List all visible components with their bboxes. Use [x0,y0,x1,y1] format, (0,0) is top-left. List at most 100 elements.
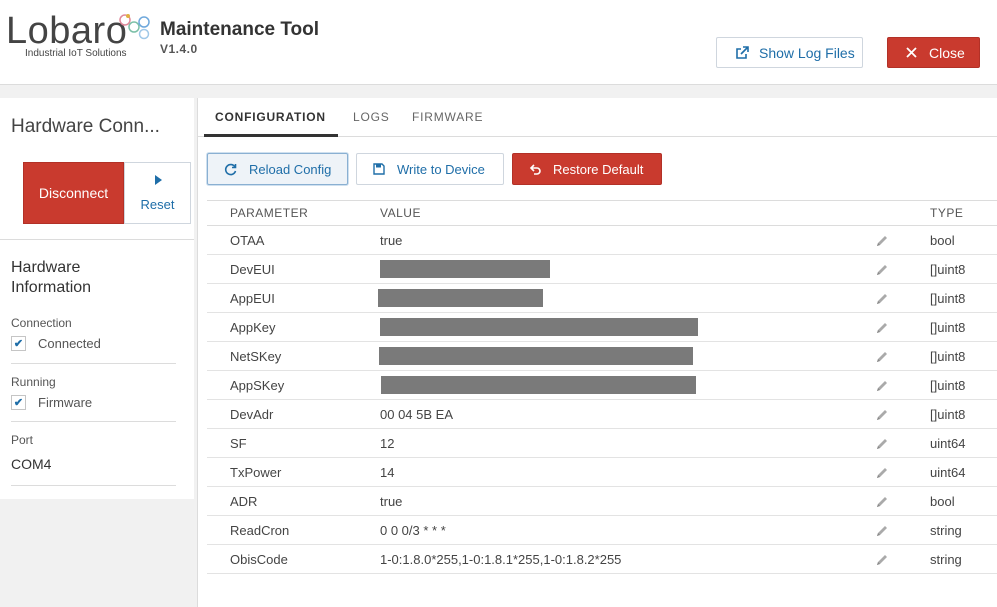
param-value[interactable]: 0 0 0/3 * * * [357,515,857,545]
param-value-text: 14 [380,464,395,480]
param-value[interactable] [357,254,857,284]
connection-label: Connection [11,316,72,330]
param-name: SF [207,428,357,458]
parameter-table: PARAMETER VALUE TYPE OTAA true bool DevEUI [… [207,200,997,574]
reload-config-button[interactable]: Reload Config [207,153,348,185]
pencil-icon[interactable] [875,379,889,393]
table-row[interactable]: TxPower 14 uint64 [207,457,997,487]
param-name: AppEUI [207,283,357,313]
param-name: ADR [207,486,357,516]
logo-circles-icon [119,14,150,40]
port-value: COM4 [11,456,52,472]
param-type: string [907,515,997,545]
pencil-icon[interactable] [875,524,889,538]
param-type: []uint8 [907,254,997,284]
table-body: OTAA true bool DevEUI []uint8 AppEUI []uint8 Ap… [207,225,997,574]
edit-cell [857,370,907,400]
param-name: AppKey [207,312,357,342]
param-value[interactable] [357,341,857,371]
table-row[interactable]: AppEUI []uint8 [207,283,997,313]
edit-cell [857,515,907,545]
param-value[interactable]: 14 [357,457,857,487]
tab-configuration[interactable]: CONFIGURATION [215,110,326,124]
param-type: bool [907,225,997,255]
tab-bar: CONFIGURATION LOGS FIRMWARE [198,98,997,137]
param-value[interactable]: 12 [357,428,857,458]
table-row[interactable]: SF 12 uint64 [207,428,997,458]
connection-status: ✔ Connected [11,336,101,351]
active-tab-indicator [204,134,338,137]
tab-firmware[interactable]: FIRMWARE [412,110,483,124]
pencil-icon[interactable] [875,553,889,567]
table-row[interactable]: DevEUI []uint8 [207,254,997,284]
param-value-text: 00 04 5B EA [380,406,453,422]
param-value[interactable] [357,312,857,342]
show-log-files-button[interactable]: Show Log Files [716,37,863,68]
undo-icon [529,164,541,175]
header-edit [857,200,907,226]
edit-cell [857,544,907,574]
table-row[interactable]: NetSKey []uint8 [207,341,997,371]
pencil-icon[interactable] [875,466,889,480]
pencil-icon[interactable] [875,292,889,306]
show-log-files-label: Show Log Files [759,44,855,61]
tab-logs[interactable]: LOGS [353,110,390,124]
divider [11,421,176,422]
param-value[interactable]: 00 04 5B EA [357,399,857,429]
param-name: AppSKey [207,370,357,400]
table-row[interactable]: DevAdr 00 04 5B EA []uint8 [207,399,997,429]
param-value[interactable]: true [357,225,857,255]
table-row[interactable]: AppKey []uint8 [207,312,997,342]
table-row[interactable]: OTAA true bool [207,225,997,255]
hardware-info-title: Hardware Information [11,259,92,296]
param-value[interactable]: true [357,486,857,516]
logo-wordmark: Lobaro [6,10,128,52]
divider [0,239,194,240]
pencil-icon[interactable] [875,321,889,335]
param-value-text: 0 0 0/3 * * * [380,522,446,538]
pencil-icon[interactable] [875,263,889,277]
disconnect-button[interactable]: Disconnect [23,162,124,224]
param-name: ReadCron [207,515,357,545]
pencil-icon[interactable] [875,437,889,451]
running-label: Running [11,375,56,389]
lobaro-logo: Lobaro Industrial IoT Solutions [6,10,150,62]
table-row[interactable]: ReadCron 0 0 0/3 * * * string [207,515,997,545]
param-name: DevEUI [207,254,357,284]
pencil-icon[interactable] [875,234,889,248]
connection-value: Connected [38,336,101,351]
divider [11,363,176,364]
param-value[interactable] [357,370,857,400]
header-parameter: PARAMETER [207,200,357,226]
main-panel: CONFIGURATION LOGS FIRMWARE Reload Confi… [197,98,997,607]
redacted-value [378,289,543,307]
logo-tagline: Industrial IoT Solutions [25,48,127,59]
param-type: uint64 [907,457,997,487]
table-row[interactable]: AppSKey []uint8 [207,370,997,400]
restore-default-label: Restore Default [553,161,644,177]
param-name: OTAA [207,225,357,255]
close-button[interactable]: Close [887,37,980,68]
pencil-icon[interactable] [875,350,889,364]
write-to-device-button[interactable]: Write to Device [356,153,504,185]
redacted-value [380,260,550,278]
edit-cell [857,283,907,313]
table-row[interactable]: ObisCode 1-0:1.8.0*255,1-0:1.8.1*255,1-0:… [207,544,997,574]
header-type: TYPE [907,200,997,226]
pencil-icon[interactable] [875,408,889,422]
param-value-text: true [380,232,403,248]
param-value[interactable] [357,283,857,313]
reset-button[interactable]: Reset [124,162,191,224]
param-value[interactable]: 1-0:1.8.0*255,1-0:1.8.1*255,1-0:1.8.2*25… [357,544,857,574]
redacted-value [379,347,693,365]
edit-cell [857,399,907,429]
close-label: Close [929,44,965,61]
restore-default-button[interactable]: Restore Default [512,153,662,185]
external-link-icon [736,45,749,59]
running-value: Firmware [38,395,93,410]
pencil-icon[interactable] [875,495,889,509]
table-header-row: PARAMETER VALUE TYPE [207,200,997,226]
close-icon [906,47,917,58]
table-row[interactable]: ADR true bool [207,486,997,516]
save-icon [373,163,385,175]
